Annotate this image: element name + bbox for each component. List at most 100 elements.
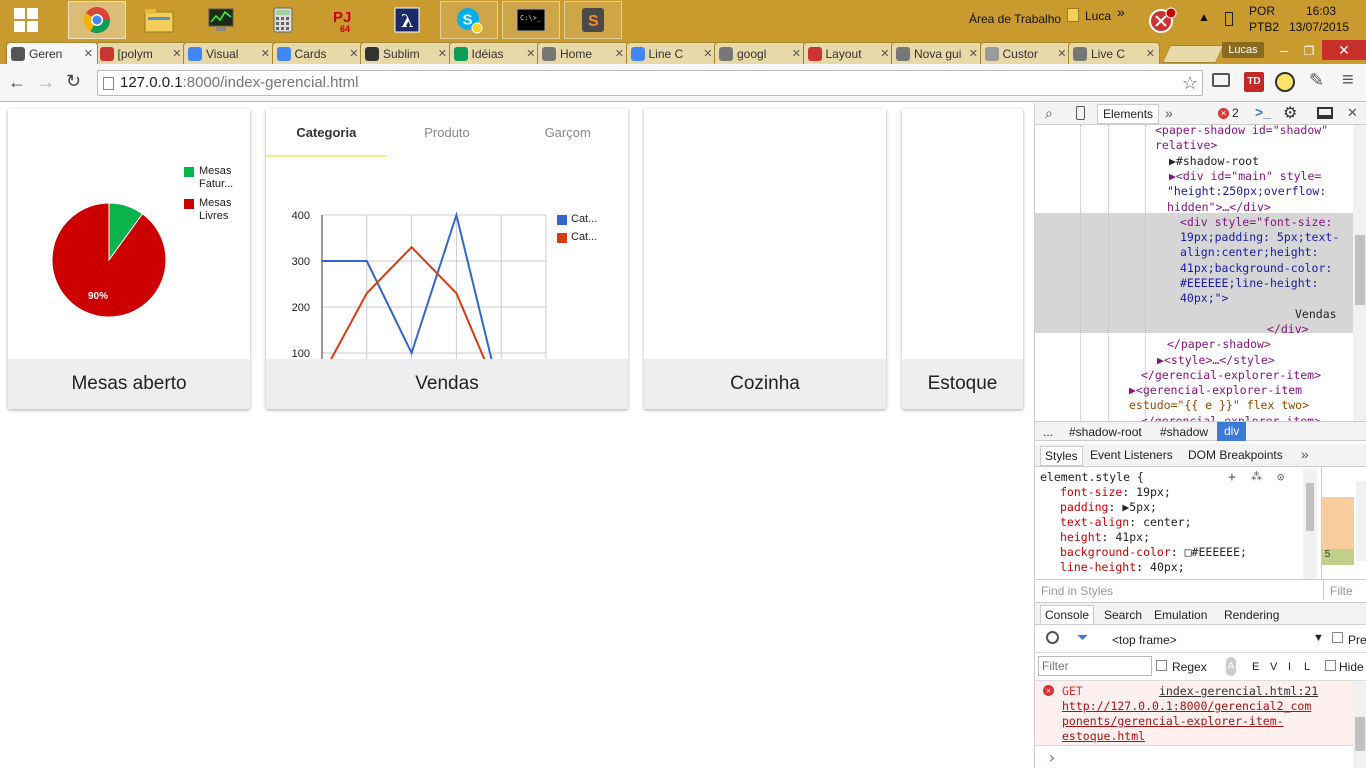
tab-categoria[interactable]: Categoria (266, 109, 387, 157)
close-window-button[interactable]: ✕ (1322, 40, 1366, 60)
dom-tree-line[interactable]: </paper-shadow> (1167, 337, 1271, 352)
browser-tab[interactable]: Geren ✕ (6, 42, 98, 64)
breadcrumb-item[interactable]: ... (1043, 425, 1053, 439)
find-in-styles-bar[interactable]: Find in Styles Filte (1035, 579, 1366, 600)
browser-tab[interactable]: Visual ✕ (183, 42, 275, 64)
tab-close-icon[interactable]: ✕ (1146, 47, 1155, 60)
minimize-window-button[interactable]: ‒ (1270, 42, 1298, 60)
tab-close-icon[interactable]: ✕ (84, 47, 93, 60)
preserve-log-checkbox[interactable] (1332, 632, 1343, 643)
tab-garcom[interactable]: Garçom (507, 109, 628, 157)
close-devtools-icon[interactable]: ✕ (1347, 105, 1358, 121)
card-cozinha[interactable]: Cozinha (644, 109, 886, 409)
tray-overflow-icon[interactable]: ▲ (1198, 10, 1210, 24)
tray-chevron-icon[interactable]: » (1117, 4, 1125, 20)
computed-filter-input[interactable]: Filte (1323, 580, 1353, 600)
error-url-line-1[interactable]: http://127.0.0.1:8000/gerencial2_com (1062, 699, 1311, 714)
dom-tree-line[interactable]: ▶<style>…</style> (1157, 353, 1275, 368)
taskbar-task-manager[interactable] (192, 1, 250, 39)
back-arrow-icon[interactable]: ← (8, 72, 26, 93)
console-scrollbar[interactable] (1353, 681, 1366, 768)
browser-tab[interactable]: Sublim ✕ (360, 42, 452, 64)
device-mode-icon[interactable] (1076, 106, 1085, 120)
styles-pane[interactable]: element.style { + ⁂ ⊙ font-size: 19px; pa… (1035, 467, 1319, 579)
taskbar-explorer[interactable] (130, 1, 188, 39)
restore-window-button[interactable]: ❐ (1296, 42, 1322, 60)
tab-close-icon[interactable]: ✕ (703, 47, 712, 60)
tray-user-label[interactable]: Luca (1085, 9, 1111, 23)
toggle-state-icon[interactable]: ⁂ (1251, 470, 1262, 483)
style-declaration[interactable]: line-height: 40px; (1060, 560, 1185, 575)
find-in-styles-input[interactable]: Find in Styles (1041, 584, 1113, 598)
taskbar-project64[interactable]: PJ 64 (316, 1, 374, 39)
tab-close-icon[interactable]: ✕ (438, 47, 447, 60)
settings-gear-icon[interactable]: ⚙ (1283, 103, 1297, 123)
dom-tree-line[interactable]: #EEEEEE;line-height: (1180, 276, 1318, 291)
card-mesas[interactable]: 90% Mesas Fatur... Mesas Livres Mesas aber… (8, 109, 250, 409)
taskbar-skype[interactable]: S (440, 1, 498, 39)
error-source-link[interactable]: index-gerencial.html:21 (1159, 684, 1318, 699)
error-url-line-2[interactable]: ponents/gerencial-explorer-item- (1062, 714, 1284, 729)
taskbar-calculator[interactable] (254, 1, 312, 39)
todoist-extension-icon[interactable]: TD (1244, 72, 1264, 92)
console-error-message[interactable]: ✕ GET index-gerencial.html:21 http://127… (1035, 681, 1353, 746)
tab-console[interactable]: Console (1040, 605, 1095, 625)
checker-extension-icon[interactable] (1275, 72, 1295, 92)
taskbar-sublime[interactable]: S (564, 1, 622, 39)
more-style-tabs-chevron-icon[interactable]: » (1301, 446, 1309, 462)
style-declaration[interactable]: text-align: center; (1060, 515, 1192, 530)
taskbar-chrome[interactable] (68, 1, 126, 39)
tab-close-icon[interactable]: ✕ (261, 47, 270, 60)
address-bar[interactable]: 127.0.0.1:8000/index-gerencial.html ☆ (97, 70, 1203, 96)
frame-dropdown-icon[interactable]: ▼ (1313, 632, 1324, 644)
dom-tree-line[interactable]: ▶<div id="main" style= (1169, 169, 1321, 184)
tab-close-icon[interactable]: ✕ (526, 47, 535, 60)
dom-tree-line[interactable]: ▶<gerencial-explorer-item (1129, 383, 1302, 398)
new-tab-button[interactable] (1161, 45, 1225, 63)
browser-tab[interactable]: Home ✕ (537, 42, 629, 64)
level-info[interactable]: I (1288, 661, 1291, 673)
pie-slice[interactable] (51, 202, 167, 318)
dom-tree-line[interactable]: "height:250px;overflow: (1167, 184, 1326, 199)
tab-close-icon[interactable]: ✕ (880, 47, 889, 60)
forward-arrow-icon[interactable]: → (37, 72, 55, 93)
dom-tree-line[interactable]: </gerencial-explorer-item> (1141, 368, 1321, 383)
browser-tab[interactable]: Custor ✕ (979, 42, 1072, 64)
taskbar-lambda-app[interactable]: λ (378, 1, 436, 39)
tab-close-icon[interactable]: ✕ (172, 47, 181, 60)
tray-time[interactable]: 16:03 (1306, 4, 1336, 18)
dom-tree-line[interactable]: </gerencial-explorer-item> (1141, 414, 1321, 421)
dom-tree-line[interactable]: relative> (1155, 138, 1217, 153)
filter-funnel-icon[interactable]: ⏷ (1077, 629, 1088, 646)
console-drawer-icon[interactable]: >_ (1255, 104, 1271, 120)
card-vendas[interactable]: Categoria Produto Garçom 100 200 300 400 Ca… (266, 109, 628, 409)
level-warnings[interactable]: V (1270, 661, 1277, 673)
dom-tree-line[interactable]: </div> (1267, 322, 1309, 337)
tab-rendering[interactable]: Rendering (1224, 608, 1279, 622)
reload-icon[interactable]: ↻ (66, 71, 81, 92)
tab-dom-breakpoints[interactable]: DOM Breakpoints (1188, 448, 1283, 462)
style-declaration[interactable]: background-color: □#EEEEEE; (1060, 545, 1247, 560)
error-url-line-3[interactable]: estoque.html (1062, 729, 1145, 744)
browser-tab[interactable]: Live C ✕ (1068, 42, 1160, 64)
dom-tree-line[interactable]: <div style="font-size: (1180, 215, 1332, 230)
tab-close-icon[interactable]: ✕ (1057, 47, 1066, 60)
error-count[interactable]: 2 (1232, 106, 1239, 120)
tab-emulation[interactable]: Emulation (1154, 608, 1207, 622)
start-button[interactable] (0, 1, 52, 39)
dom-tree-line[interactable]: Vendas (1295, 307, 1337, 322)
tab-search[interactable]: Search (1104, 608, 1142, 622)
dom-tree-line[interactable]: 41px;background-color: (1180, 261, 1332, 276)
tab-elements[interactable]: Elements (1097, 104, 1160, 124)
dom-tree-line[interactable]: 19px;padding: 5px;text- (1180, 230, 1339, 245)
cast-icon[interactable] (1212, 73, 1230, 87)
page-info-icon[interactable] (103, 77, 114, 90)
tray-keyboard-layout[interactable]: PTB2 (1249, 20, 1279, 34)
level-all[interactable]: A (1226, 657, 1236, 676)
console-prompt[interactable]: › (1047, 748, 1057, 767)
level-errors[interactable]: E (1252, 661, 1259, 673)
taskbar-cmd[interactable]: C:\>_ (502, 1, 560, 39)
inspect-search-icon[interactable]: ⌕ (1045, 105, 1053, 122)
tab-close-icon[interactable]: ✕ (349, 47, 358, 60)
tray-date[interactable]: 13/07/2015 (1289, 20, 1349, 34)
